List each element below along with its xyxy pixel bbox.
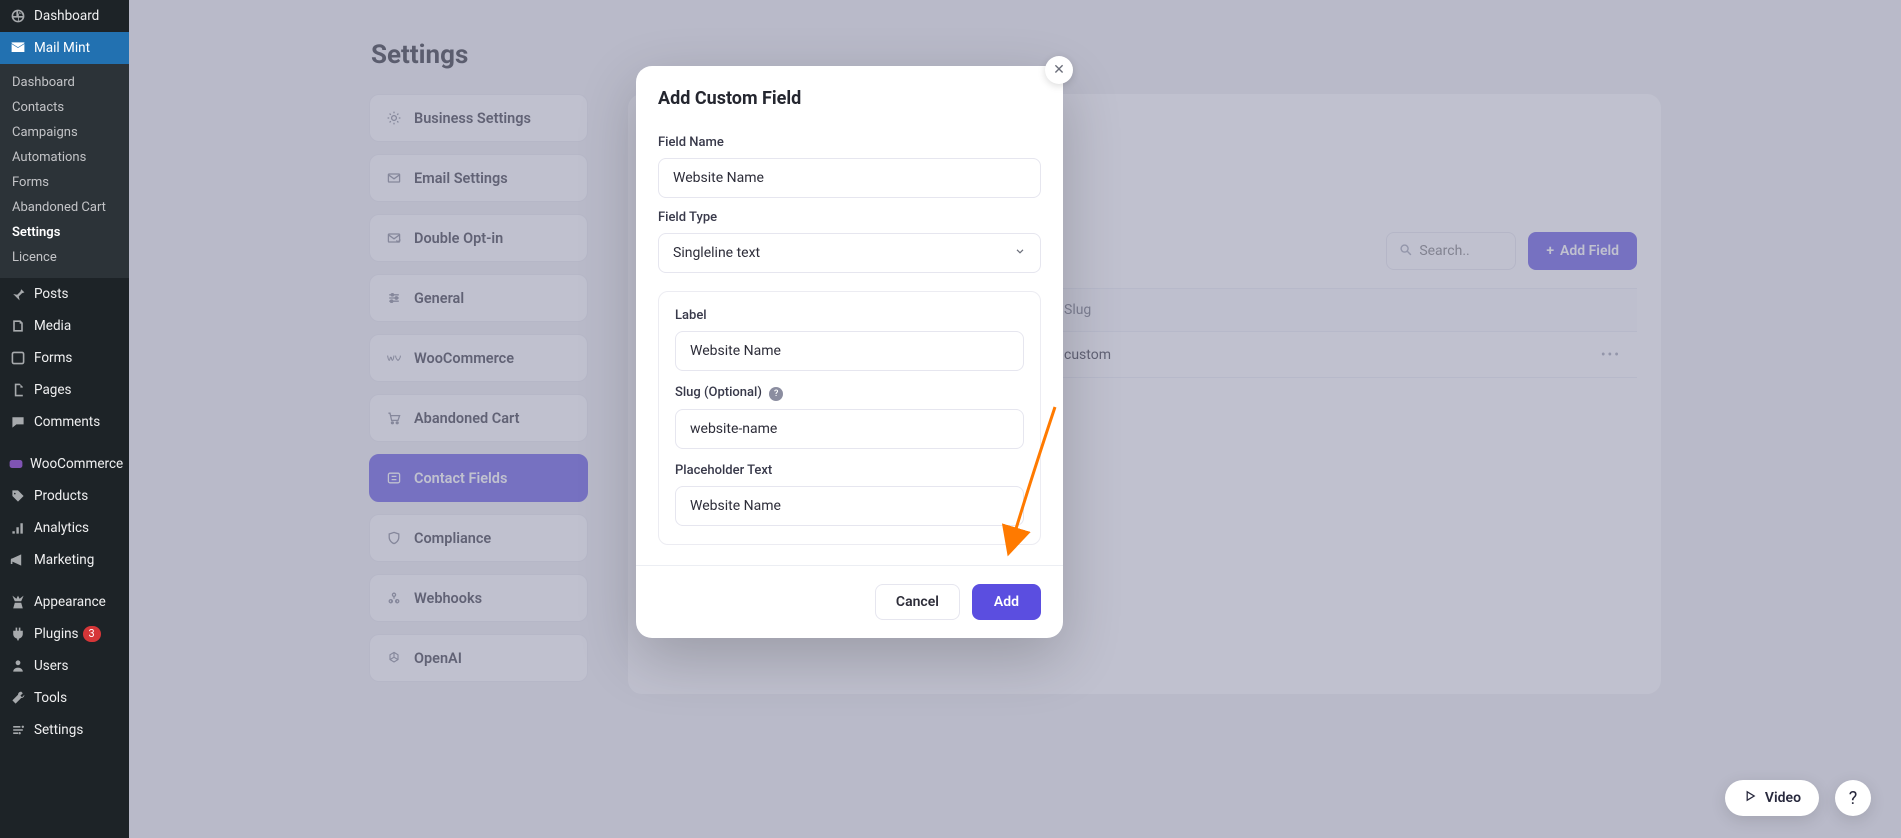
submenu-abandoned-cart[interactable]: Abandoned Cart [0,195,129,220]
woocommerce-icon [8,456,24,472]
field-type-select[interactable]: Singleline text [658,233,1041,273]
menu-label: Marketing [34,552,94,568]
menu-label: Media [34,318,71,334]
field-name-label: Field Name [658,135,1041,150]
menu-label: Dashboard [34,8,99,24]
cancel-button[interactable]: Cancel [875,584,960,620]
menu-marketing[interactable]: Marketing [0,544,129,576]
mail-mint-icon [8,40,28,56]
menu-posts[interactable]: Posts [0,278,129,310]
field-options-box: Label Slug (Optional) ? Placeholder Text [658,291,1041,545]
menu-label: Tools [34,690,67,706]
menu-settings[interactable]: Settings [0,714,129,746]
menu-pages[interactable]: Pages [0,374,129,406]
help-icon[interactable]: ? [769,387,783,401]
appearance-icon [8,594,28,610]
menu-comments[interactable]: Comments [0,406,129,438]
submenu-automations[interactable]: Automations [0,145,129,170]
video-help-button[interactable]: Video [1725,780,1819,816]
submenu-settings[interactable]: Settings [0,220,129,245]
forms-icon [8,350,28,366]
plugins-icon [8,626,28,642]
add-button[interactable]: Add [972,584,1041,620]
help-button[interactable]: ? [1835,780,1871,816]
placeholder-input[interactable] [675,486,1024,526]
field-type-label: Field Type [658,210,1041,225]
menu-label: Posts [34,286,68,302]
menu-label: Forms [34,350,72,366]
modal-close-button[interactable]: ✕ [1045,56,1073,84]
menu-label: Settings [34,722,83,738]
menu-label: Analytics [34,520,89,536]
field-name-input[interactable] [658,158,1041,198]
menu-label: Users [34,658,68,674]
dashboard-icon [8,8,28,24]
menu-label: Pages [34,382,72,398]
tools-icon [8,690,28,706]
wp-admin-sidebar: Dashboard Mail Mint Dashboard Contacts C… [0,0,129,838]
submenu-dashboard[interactable]: Dashboard [0,70,129,95]
modal-footer: Cancel Add [636,565,1063,638]
close-icon: ✕ [1053,62,1065,78]
submenu-forms[interactable]: Forms [0,170,129,195]
slug-label: Slug (Optional) ? [675,385,1024,401]
mail-mint-submenu: Dashboard Contacts Campaigns Automations… [0,64,129,278]
products-icon [8,488,28,504]
menu-label: Products [34,488,88,504]
menu-users[interactable]: Users [0,650,129,682]
pin-icon [8,286,28,302]
menu-label: Mail Mint [34,40,90,56]
menu-label: Comments [34,414,100,430]
menu-tools[interactable]: Tools [0,682,129,714]
pages-icon [8,382,28,398]
users-icon [8,658,28,674]
chevron-down-icon [1014,245,1026,261]
menu-analytics[interactable]: Analytics [0,512,129,544]
comments-icon [8,414,28,430]
settings-icon [8,722,28,738]
submenu-licence[interactable]: Licence [0,245,129,270]
modal-body: Field Name Field Type Singleline text La… [636,117,1063,565]
menu-forms[interactable]: Forms [0,342,129,374]
add-custom-field-modal: ✕ Add Custom Field Field Name Field Type… [636,66,1063,638]
menu-woocommerce[interactable]: WooCommerce [0,448,129,480]
submenu-campaigns[interactable]: Campaigns [0,120,129,145]
menu-products[interactable]: Products [0,480,129,512]
menu-label: Plugins [34,626,79,642]
field-type-value: Singleline text [673,245,760,261]
media-icon [8,318,28,334]
menu-media[interactable]: Media [0,310,129,342]
question-icon: ? [1849,788,1858,809]
label-label: Label [675,308,1024,323]
menu-plugins[interactable]: Plugins 3 [0,618,129,650]
submenu-contacts[interactable]: Contacts [0,95,129,120]
marketing-icon [8,552,28,568]
play-icon [1743,789,1757,807]
slug-input[interactable] [675,409,1024,449]
plugins-update-badge: 3 [83,626,101,642]
label-input[interactable] [675,331,1024,371]
video-label: Video [1765,790,1801,806]
placeholder-label: Placeholder Text [675,463,1024,478]
analytics-icon [8,520,28,536]
menu-dashboard[interactable]: Dashboard [0,0,129,32]
menu-label: WooCommerce [30,456,123,472]
menu-label: Appearance [34,594,106,610]
modal-title: Add Custom Field [636,66,1063,117]
slug-label-text: Slug (Optional) [675,385,762,400]
menu-appearance[interactable]: Appearance [0,586,129,618]
menu-mail-mint[interactable]: Mail Mint [0,32,129,64]
